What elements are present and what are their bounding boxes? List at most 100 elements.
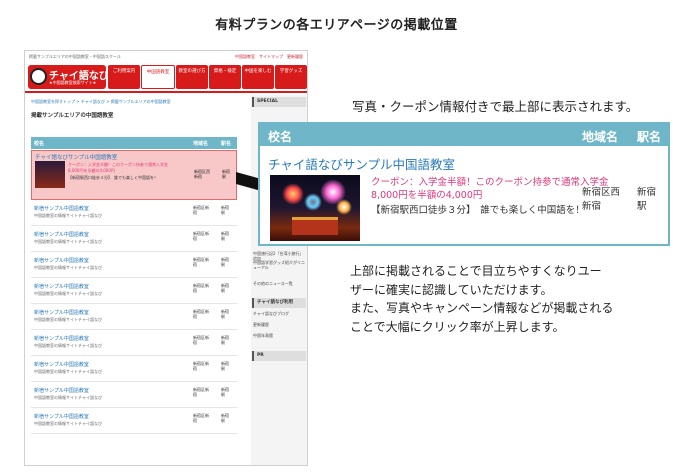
callout-coupon: クーポン：入学金半額！このクーポン持参で通常入学金 8,000円を半額の4,00… xyxy=(371,176,609,202)
table-row[interactable]: 新宿サンプル中国語教室 中国語教室の情報サイトチャイ語なび 新宿区新宿 新宿駅 xyxy=(31,356,237,382)
page-heading: 有料プランの各エリアページの掲載位置 xyxy=(215,18,458,33)
sidebar-usage-head: チャイ語なび利用 xyxy=(252,298,306,308)
description-line-1: 上部に掲載されることで目立ちやすくなりユー xyxy=(350,264,602,278)
sidebar-timeline[interactable]: 中国年表館 xyxy=(253,333,305,338)
row-area: 新宿区新宿 xyxy=(193,413,209,423)
nav-item-guide[interactable]: ご利用案内 xyxy=(108,65,140,89)
row-area: 新宿区新宿 xyxy=(193,361,209,371)
featured-area-2: 新宿 xyxy=(194,174,202,179)
table-row[interactable]: 新宿サンプル中国語教室 中国語教室の情報サイトチャイ語なび 新宿区新宿 新宿駅 xyxy=(31,330,237,356)
featured-coupon-2: 8,000円を半額の4,000円 xyxy=(68,168,115,173)
row-description: 中国語教室の情報サイトチャイ語なび xyxy=(34,291,102,296)
callout-school-name[interactable]: チャイ語なびサンプル中国語教室 xyxy=(268,154,455,173)
description-line-4: ことで大幅にクリック率が上昇します。 xyxy=(350,319,565,334)
row-description: 中国語教室の情報サイトチャイ語なび xyxy=(34,265,102,270)
row-school-name[interactable]: 新宿サンプル中国語教室 xyxy=(34,309,89,316)
row-school-name[interactable]: 新宿サンプル中国語教室 xyxy=(34,231,89,238)
row-area: 新宿区新宿 xyxy=(193,309,209,319)
row-area: 新宿区新宿 xyxy=(193,387,209,397)
nav-item-exams[interactable]: 資格・検定 xyxy=(209,65,241,89)
row-school-name[interactable]: 新宿サンプル中国語教室 xyxy=(34,335,89,342)
row-area: 新宿区新宿 xyxy=(193,205,209,215)
header-area: 地域名 xyxy=(193,141,209,147)
row-station-2: 駅 xyxy=(221,210,225,215)
featured-photo xyxy=(35,161,65,188)
benefit-description: 上部に掲載されることで目立ちやすくなりユー ザーに確実に認識していただけます。 … xyxy=(350,262,660,336)
table-header: 校名 地域名 駅名 xyxy=(31,137,237,149)
section-title: 掲載サンプルエリアの中国語教室 xyxy=(31,113,114,119)
row-station-2: 駅 xyxy=(221,392,225,397)
nav-item-enjoy[interactable]: 中国を楽しむ xyxy=(242,65,274,89)
sidebar-history[interactable]: 更新履歴 xyxy=(253,322,305,327)
site-top-links[interactable]: 中国語教室 サイトマップ 更新履歴 xyxy=(223,54,303,59)
row-station: 新宿駅 xyxy=(221,309,229,319)
row-area: 新宿区新宿 xyxy=(193,231,209,241)
nav-item-goods[interactable]: 学習グッズ xyxy=(275,65,307,89)
table-row[interactable]: 新宿サンプル中国語教室 中国語教室の情報サイトチャイ語なび 新宿区新宿 新宿駅 xyxy=(31,252,237,278)
row-school-name[interactable]: 新宿サンプル中国語教室 xyxy=(34,413,89,420)
table-row[interactable]: 新宿サンプル中国語教室 中国語教室の情報サイトチャイ語なび 新宿区新宿 新宿駅 xyxy=(31,408,237,434)
site-top-line: 掲載サンプルエリアの中国語教室・中国語スクール xyxy=(29,54,121,59)
callout-header-station: 駅名 xyxy=(637,130,662,144)
table-row[interactable]: 新宿サンプル中国語教室 中国語教室の情報サイトチャイ語なび 新宿区新宿 新宿駅 xyxy=(31,278,237,304)
school-rows: 新宿サンプル中国語教室 中国語教室の情報サイトチャイ語なび 新宿区新宿新宿駅新宿サン… xyxy=(31,200,237,434)
row-description: 中国語教室の情報サイトチャイ語なび xyxy=(34,343,102,348)
row-school-name[interactable]: 新宿サンプル中国語教室 xyxy=(34,283,89,290)
row-station: 新宿駅 xyxy=(221,257,229,267)
row-station: 新宿駅 xyxy=(221,205,229,215)
featured-station: 新宿 駅 xyxy=(222,169,230,179)
row-area: 新宿区新宿 xyxy=(193,257,209,267)
featured-callout: 校名 地域名 駅名 チャイ語なびサンプル中国語教室 クーポン：入学金半額！このク… xyxy=(258,122,670,246)
callout-station-1: 新宿 xyxy=(637,187,657,198)
featured-address: 【新宿駅西口徒歩３分】 誰でも楽しく中国語を！ xyxy=(68,175,158,180)
callout-address: 【新宿駅西口徒歩３分】 誰でも楽しく中国語を！ xyxy=(371,205,585,216)
row-station-2: 駅 xyxy=(221,340,225,345)
table-row[interactable]: 新宿サンプル中国語教室 中国語教室の情報サイトチャイ語なび 新宿区新宿 新宿駅 xyxy=(31,304,237,330)
row-area-2: 宿 xyxy=(193,314,197,319)
table-row[interactable]: 新宿サンプル中国語教室 中国語教室の情報サイトチャイ語なび 新宿区新宿 新宿駅 xyxy=(31,200,237,226)
table-row[interactable]: 新宿サンプル中国語教室 中国語教室の情報サイトチャイ語なび 新宿区新宿 新宿駅 xyxy=(31,226,237,252)
breadcrumb[interactable]: 中国語教室を探すトップ > チャイ語なび > 掲載サンプルエリアの中国語教室 xyxy=(31,99,171,104)
row-station-2: 駅 xyxy=(221,418,225,423)
row-school-name[interactable]: 新宿サンプル中国語教室 xyxy=(34,387,89,394)
row-station: 新宿駅 xyxy=(221,283,229,293)
nav-item-schools[interactable]: 中国語教室 xyxy=(141,65,175,89)
fireworks-photo xyxy=(270,175,360,241)
callout-station-2: 駅 xyxy=(637,201,647,212)
callout-area-2: 新宿 xyxy=(582,201,602,212)
header-name: 校名 xyxy=(34,141,45,147)
description-line-2: ザーに確実に認識していただけます。 xyxy=(350,282,553,297)
logo-subtitle: ★中国語教室検索サイト★ xyxy=(49,80,97,85)
row-area-2: 宿 xyxy=(193,236,197,241)
row-area-2: 宿 xyxy=(193,262,197,267)
row-station: 新宿駅 xyxy=(221,335,229,345)
site-header: チャイ語なび ★中国語教室検索サイト★ ご利用案内 中国語教室 教室の選び方 資… xyxy=(25,63,307,93)
description-line-3: また、写真やキャンペーン情報などが掲載される xyxy=(350,301,614,315)
site-logo[interactable]: チャイ語なび ★中国語教室検索サイト★ xyxy=(28,65,109,89)
row-description: 中国語教室の情報サイトチャイ語なび xyxy=(34,421,102,426)
row-school-name[interactable]: 新宿サンプル中国語教室 xyxy=(34,257,89,264)
panda-icon xyxy=(30,68,47,85)
row-school-name[interactable]: 新宿サンプル中国語教室 xyxy=(34,361,89,368)
site-nav: ご利用案内 中国語教室 教室の選び方 資格・検定 中国を楽しむ 学習グッズ xyxy=(108,65,307,89)
row-station-2: 駅 xyxy=(221,262,225,267)
featured-listing[interactable]: チャイ語なびサンプル中国語教室 クーポン：入学金半額！このクーポン持参で通常入学… xyxy=(31,150,237,200)
sidebar-pr-head: PR xyxy=(252,351,306,361)
sidebar-news-2[interactable]: 中国語学習グッズ紹介がリニューアル xyxy=(253,260,305,270)
row-area: 新宿区新宿 xyxy=(193,335,209,345)
row-school-name[interactable]: 新宿サンプル中国語教室 xyxy=(34,205,89,212)
row-description: 中国語教室の情報サイトチャイ語なび xyxy=(34,239,102,244)
row-description: 中国語教室の情報サイトチャイ語なび xyxy=(34,369,102,374)
sidebar-news-3[interactable]: その他のニュース一覧 xyxy=(253,281,305,286)
table-row[interactable]: 新宿サンプル中国語教室 中国語教室の情報サイトチャイ語なび 新宿区新宿 新宿駅 xyxy=(31,382,237,408)
callout-area-1: 新宿区西 xyxy=(582,187,621,198)
row-station-2: 駅 xyxy=(221,236,225,241)
temple-silhouette xyxy=(292,217,338,235)
callout-station: 新宿 駅 xyxy=(637,186,656,214)
nav-item-howto[interactable]: 教室の選び方 xyxy=(176,65,208,89)
header-station: 駅名 xyxy=(221,141,232,147)
featured-name[interactable]: チャイ語なびサンプル中国語教室 xyxy=(35,153,117,161)
sidebar-blog[interactable]: チャイ語なびブログ xyxy=(253,311,305,316)
sidebar-special-head: SPECIAL xyxy=(252,97,306,107)
callout-header-area: 地域名 xyxy=(582,130,619,144)
